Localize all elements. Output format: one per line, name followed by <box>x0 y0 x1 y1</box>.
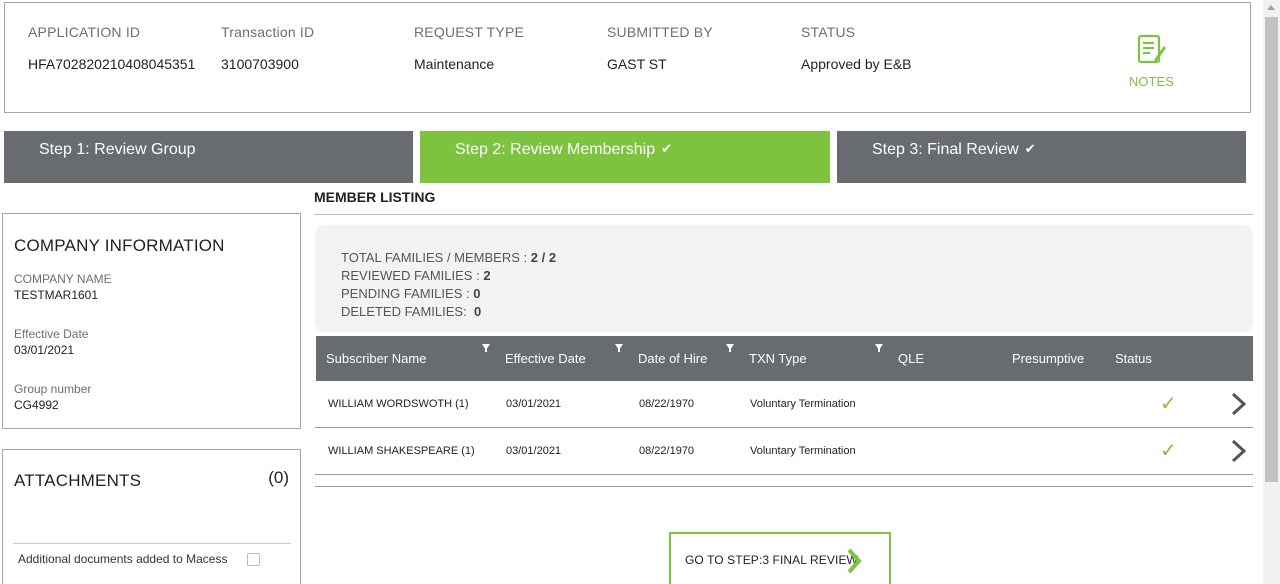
vertical-scrollbar[interactable] <box>1263 0 1280 584</box>
pending-families-row: PENDING FAMILIES : 0 <box>341 286 1253 304</box>
checkmark-icon: ✔ <box>1024 141 1036 156</box>
effective-date-value: 03/01/2021 <box>14 343 75 357</box>
status-label: STATUS <box>801 24 856 40</box>
request-type-column: REQUEST TYPE Maintenance <box>414 24 524 72</box>
subscriber-name: WILLIAM SHAKESPEARE (1) <box>328 445 475 457</box>
additional-documents-label: Additional documents added to Macess <box>18 552 228 566</box>
col-presumptive[interactable]: Presumptive <box>1012 351 1084 366</box>
company-name-field: COMPANY NAME TESTMAR1601 <box>14 272 112 302</box>
transaction-id-value: 3100703900 <box>221 56 299 72</box>
col-qle[interactable]: QLE <box>898 351 924 366</box>
filter-icon[interactable] <box>482 344 490 352</box>
deleted-families-label: DELETED FAMILIES: <box>341 304 467 319</box>
application-header: APPLICATION ID HFA702820210408045351 Tra… <box>4 2 1251 113</box>
chevron-right-icon[interactable] <box>1227 439 1249 463</box>
application-id-value: HFA702820210408045351 <box>28 56 196 72</box>
col-status[interactable]: Status <box>1115 351 1152 366</box>
reviewed-families-value: 2 <box>483 268 491 283</box>
company-name-label: COMPANY NAME <box>14 272 112 286</box>
attachments-count: (0) <box>268 468 289 487</box>
go-to-final-review-label: GO TO STEP:3 FINAL REVIEW <box>685 553 858 567</box>
submitted-by-label: SUBMITTED BY <box>607 24 713 40</box>
table-row[interactable]: WILLIAM WORDSWOTH (1) 03/01/2021 08/22/1… <box>315 381 1253 428</box>
transaction-id-column: Transaction ID 3100703900 <box>221 24 314 72</box>
attachments-title: ATTACHMENTS <box>14 471 142 490</box>
request-type-value: Maintenance <box>414 56 495 72</box>
member-summary: TOTAL FAMILIES / MEMBERS : 2 / 2 REVIEWE… <box>315 225 1253 332</box>
col-subscriber-name[interactable]: Subscriber Name <box>326 351 426 366</box>
go-to-final-review-button[interactable]: GO TO STEP:3 FINAL REVIEW <box>669 532 891 584</box>
step-final-review[interactable]: Step 3: Final Review ✔ <box>837 131 1246 183</box>
pending-families-value: 0 <box>473 286 481 301</box>
notes-label: NOTES <box>1129 74 1174 89</box>
attachments-panel: ATTACHMENTS (0) Additional documents add… <box>2 449 301 584</box>
status-column: STATUS Approved by E&B <box>801 24 912 72</box>
additional-documents-checkbox[interactable] <box>247 553 260 566</box>
effective-date: 03/01/2021 <box>506 445 562 457</box>
col-txn-type[interactable]: TXN Type <box>749 351 807 366</box>
effective-date-field: Effective Date 03/01/2021 <box>14 327 88 357</box>
status-check-icon: ✓ <box>1160 393 1177 415</box>
deleted-families-row: DELETED FAMILIES: 0 <box>341 304 1253 322</box>
application-id-label: APPLICATION ID <box>28 24 141 40</box>
checkmark-icon: ✔ <box>661 141 672 156</box>
date-of-hire: 08/22/1970 <box>639 445 695 457</box>
group-number-field: Group number CG4992 <box>14 382 91 412</box>
notes-button[interactable]: NOTES <box>1129 33 1174 89</box>
group-number-label: Group number <box>14 382 92 396</box>
date-of-hire: 08/22/1970 <box>639 398 695 410</box>
total-families-value: 2 / 2 <box>530 250 557 265</box>
step-review-membership-label: Step 2: Review Membership <box>455 141 656 158</box>
status-value: Approved by E&B <box>801 56 912 72</box>
step-review-group[interactable]: Step 1: Review Group <box>4 131 413 183</box>
reviewed-families-label: REVIEWED FAMILIES : <box>341 268 480 283</box>
company-information-panel: COMPANY INFORMATION COMPANY NAME TESTMAR… <box>2 213 301 429</box>
company-name-value: TESTMAR1601 <box>14 288 99 302</box>
table-row[interactable]: WILLIAM SHAKESPEARE (1) 03/01/2021 08/22… <box>315 428 1253 475</box>
reviewed-families-row: REVIEWED FAMILIES : 2 <box>341 268 1253 286</box>
submitted-by-column: SUBMITTED BY GAST ST <box>607 24 713 72</box>
step-review-membership[interactable]: Step 2: Review Membership ✔ <box>420 131 830 183</box>
additional-documents-row: Additional documents added to Macess <box>13 543 291 566</box>
member-table-header: Subscriber Name Effective Date Date of H… <box>316 336 1253 381</box>
col-date-of-hire[interactable]: Date of Hire <box>638 351 707 366</box>
filter-icon[interactable] <box>726 344 734 352</box>
txn-type: Voluntary Termination <box>750 445 856 457</box>
txn-type: Voluntary Termination <box>750 398 856 410</box>
effective-date-label: Effective Date <box>14 327 89 341</box>
filter-icon[interactable] <box>615 344 623 352</box>
divider <box>315 486 1253 487</box>
effective-date: 03/01/2021 <box>506 398 562 410</box>
member-listing-title: MEMBER LISTING <box>314 189 436 205</box>
pending-families-label: PENDING FAMILIES : <box>341 286 470 301</box>
chevron-right-icon <box>847 548 862 574</box>
status-check-icon: ✓ <box>1160 440 1177 462</box>
step-final-review-label: Step 3: Final Review <box>872 141 1019 158</box>
col-effective-date[interactable]: Effective Date <box>505 351 586 366</box>
company-information-title: COMPANY INFORMATION <box>14 236 225 255</box>
scrollbar-thumb[interactable] <box>1265 17 1278 482</box>
total-families-label: TOTAL FAMILIES / MEMBERS : <box>341 250 528 265</box>
transaction-id-label: Transaction ID <box>221 24 315 40</box>
deleted-families-value: 0 <box>473 304 482 319</box>
submitted-by-value: GAST ST <box>607 56 667 72</box>
divider <box>314 214 1253 215</box>
application-id-column: APPLICATION ID HFA702820210408045351 <box>28 24 195 72</box>
filter-icon[interactable] <box>875 344 883 352</box>
subscriber-name: WILLIAM WORDSWOTH (1) <box>328 398 469 410</box>
group-number-value: CG4992 <box>14 398 59 412</box>
step-review-group-label: Step 1: Review Group <box>39 141 196 158</box>
scroll-up-icon[interactable] <box>1267 5 1275 10</box>
notes-icon <box>1137 34 1166 64</box>
total-families-row: TOTAL FAMILIES / MEMBERS : 2 / 2 <box>341 250 1253 268</box>
chevron-right-icon[interactable] <box>1227 392 1249 416</box>
request-type-label: REQUEST TYPE <box>414 24 525 40</box>
